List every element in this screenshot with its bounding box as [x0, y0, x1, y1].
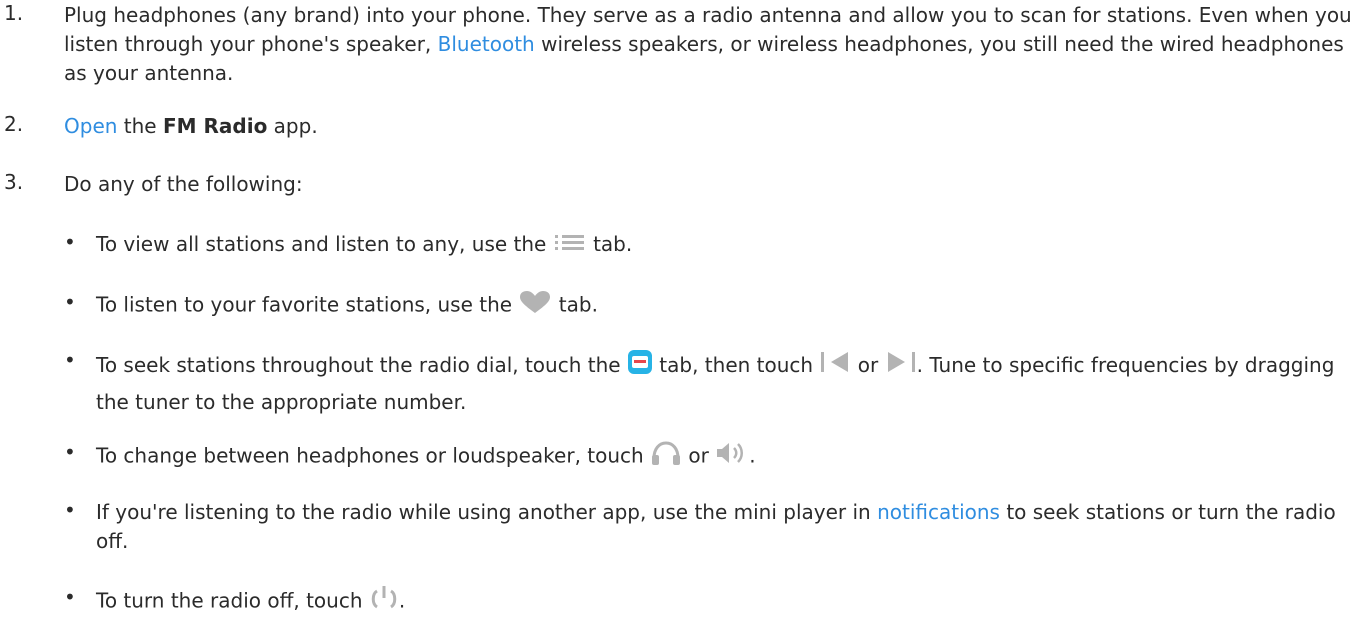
bullet-text: To change between headphones or loudspea… [96, 440, 1358, 474]
seek-forward-icon [885, 349, 917, 385]
bullet-text-part: . [749, 443, 756, 468]
step-number: 3. [4, 170, 24, 194]
bullet-text-part: . [398, 588, 406, 613]
bullet-text-part: or [682, 443, 716, 468]
bullet-text-part: tab. [586, 232, 633, 256]
step-text: Do any of the following: [64, 172, 303, 196]
bullet-text-part: To change between headphones or loudspea… [96, 443, 651, 468]
bullet-text: To listen to your favorite stations, use… [96, 290, 1358, 322]
bullet-text-part: To listen to your favorite stations, use… [96, 292, 519, 317]
speaker-icon [715, 440, 749, 474]
bullet-text-part: tab. [552, 292, 598, 317]
notifications-link[interactable]: notifications [877, 500, 1000, 524]
bullet-text: If you're listening to the radio while u… [96, 498, 1358, 556]
bullet-text-part: To view all stations and listen to any, … [96, 232, 553, 256]
bluetooth-link[interactable]: Bluetooth [438, 32, 535, 56]
step-text-part: app. [267, 114, 318, 138]
bullet-dot: • [64, 290, 76, 314]
bullet-text: To turn the radio off, touch . [96, 585, 1358, 619]
bullet-dot: • [64, 230, 76, 254]
bullet-text: To view all stations and listen to any, … [96, 230, 1358, 260]
bullet-dot: • [64, 440, 76, 464]
heart-icon [518, 290, 552, 322]
bullet-text-part: or [851, 353, 885, 377]
open-link[interactable]: Open [64, 114, 117, 138]
bullet-text-part: tab, then touch [652, 353, 820, 377]
bullet-dot: • [64, 585, 76, 609]
bullet-text: To seek stations throughout the radio di… [96, 348, 1358, 419]
bullet-dot: • [64, 348, 76, 372]
seek-back-icon [819, 349, 851, 385]
step-text-part: the [117, 114, 163, 138]
step-number: 1. [4, 1, 24, 25]
bullet-dot: • [64, 498, 76, 522]
radio-tab-icon [627, 349, 653, 385]
step-number: 2. [4, 112, 24, 136]
app-name: FM Radio [162, 114, 268, 138]
headphones-icon [650, 440, 682, 474]
help-article: 1. Plug headphones (any brand) into your… [0, 0, 1365, 640]
bullet-text-part: If you're listening to the radio while u… [96, 500, 878, 524]
step-text: Open the FM Radio app. [64, 112, 1354, 141]
power-icon [369, 585, 399, 619]
bullet-text-part: To seek stations throughout the radio di… [96, 353, 627, 377]
bullet-text-part: To turn the radio off, touch [96, 588, 369, 613]
list-icon [553, 231, 587, 260]
step-text: Plug headphones (any brand) into your ph… [64, 1, 1354, 88]
